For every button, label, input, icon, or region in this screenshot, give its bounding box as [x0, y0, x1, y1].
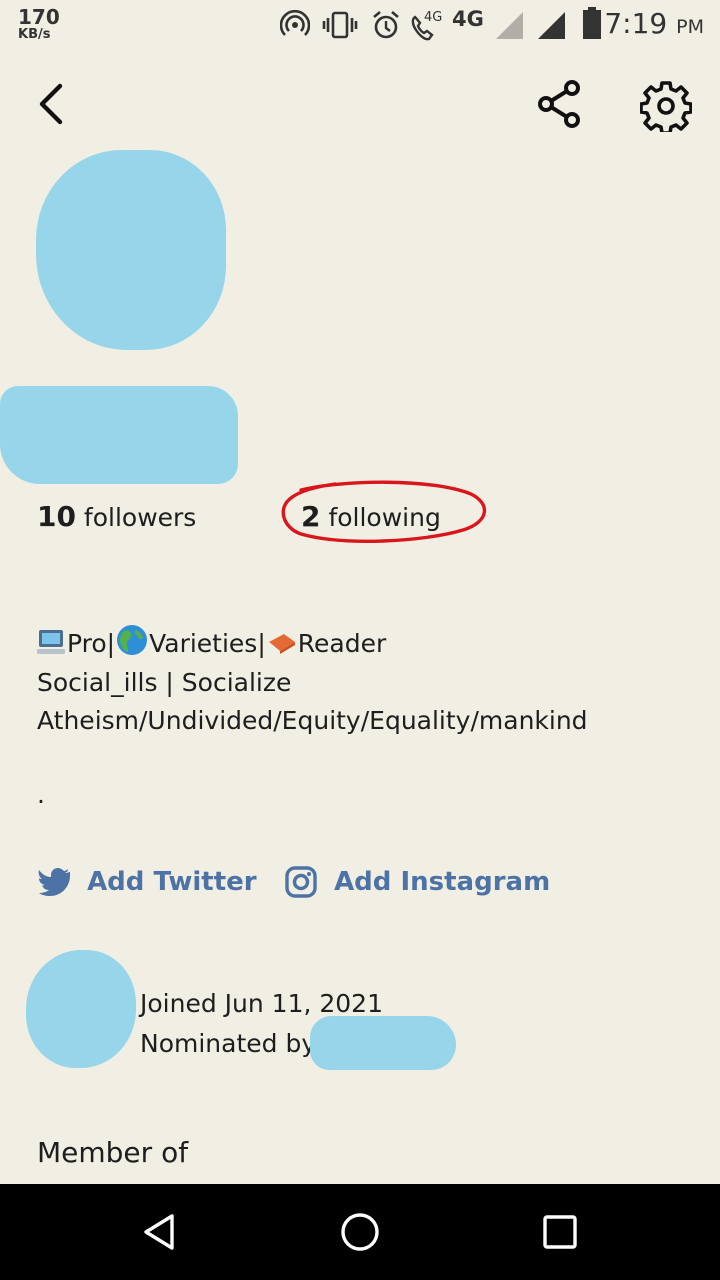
- bio-trailing-dot: .: [37, 780, 45, 809]
- settings-button[interactable]: [639, 80, 693, 135]
- bio: Pro| Varieties| Reader Social_ills | Soc…: [37, 624, 588, 741]
- signal-icon: [496, 12, 523, 39]
- recents-square-icon: [543, 1215, 577, 1249]
- add-twitter-link[interactable]: Add Twitter: [38, 866, 257, 897]
- member-of-heading: Member of: [37, 1136, 189, 1169]
- book-emoji-icon: [268, 634, 295, 654]
- share-button[interactable]: [536, 78, 586, 130]
- nominator-name[interactable]: [310, 1016, 456, 1070]
- back-button[interactable]: [28, 78, 78, 130]
- hotspot-icon: [280, 10, 310, 36]
- nav-back-button[interactable]: [100, 1184, 220, 1280]
- red-circle-annotation: [281, 480, 487, 543]
- followers-link[interactable]: 10 followers: [37, 500, 196, 533]
- alarm-icon: [373, 11, 399, 39]
- battery-icon: [583, 7, 601, 39]
- vibrate-icon: [322, 11, 358, 39]
- android-nav-bar: [0, 1184, 720, 1280]
- instagram-icon: [285, 866, 317, 898]
- add-instagram-link[interactable]: Add Instagram: [285, 866, 550, 898]
- display-name: [0, 386, 238, 484]
- signal-icon: [538, 12, 565, 39]
- globe-emoji-icon: [117, 625, 148, 655]
- network-speed: 170 KB/s: [18, 5, 60, 42]
- computer-emoji-icon: [37, 630, 65, 654]
- triangle-back-icon: [144, 1214, 174, 1250]
- back-icon: [39, 83, 63, 125]
- clock: 7:19 PM: [604, 7, 704, 40]
- avatar[interactable]: [36, 150, 226, 350]
- nav-home-button[interactable]: [300, 1184, 420, 1280]
- nominated-by-label: Nominated by: [140, 1029, 317, 1058]
- settings-icon: [639, 81, 693, 135]
- nominator-avatar[interactable]: [26, 950, 136, 1068]
- nav-recents-button[interactable]: [500, 1184, 620, 1280]
- home-circle-icon: [341, 1213, 379, 1251]
- volte-label: 4G: [424, 10, 443, 25]
- network-type: 4G: [452, 7, 484, 31]
- twitter-icon: [38, 867, 73, 896]
- share-icon: [538, 80, 580, 128]
- status-bar: 170 KB/s 4G 4G 7:19 PM: [0, 0, 720, 50]
